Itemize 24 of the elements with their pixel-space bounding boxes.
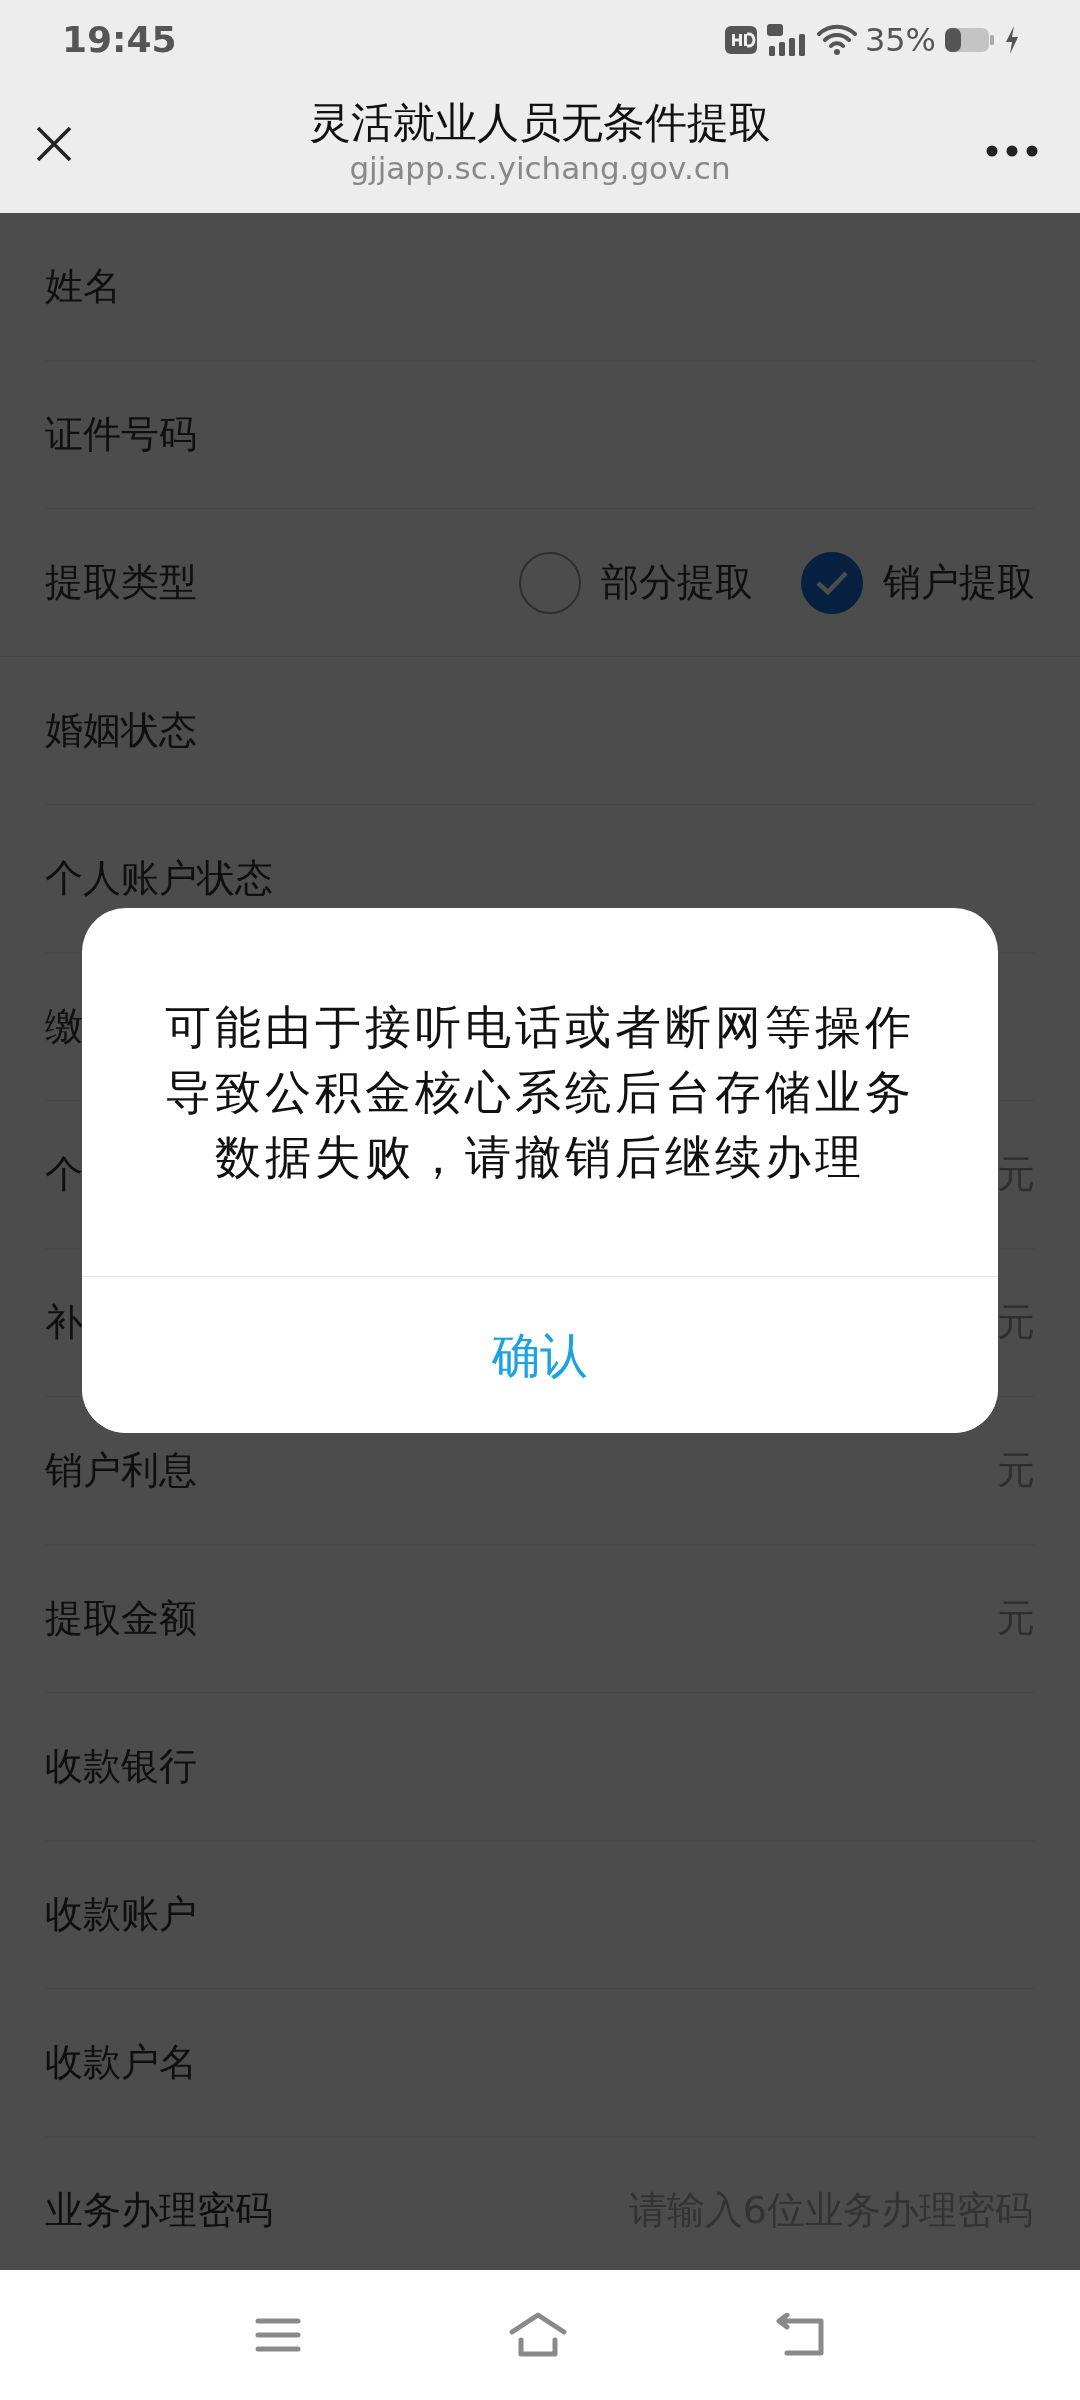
field-label: 补	[45, 1299, 83, 1346]
field-label: 缴	[45, 1003, 83, 1050]
hd-icon	[724, 26, 757, 54]
charging-icon	[1004, 25, 1020, 55]
wifi-icon	[816, 24, 857, 56]
field-label: 业务办理密码	[45, 2187, 273, 2234]
page-title: 灵活就业人员无条件提取	[309, 102, 771, 144]
field-label: 婚姻状态	[45, 707, 197, 754]
field-label: 收款账户	[45, 1891, 197, 1938]
field-label: 姓名	[45, 263, 121, 310]
field-label: 个	[45, 1151, 83, 1198]
field-label: 收款银行	[45, 1743, 197, 1790]
field-label: 提取类型	[45, 559, 197, 606]
field-label: 证件号码	[45, 411, 197, 458]
page-url: gjjapp.sc.yichang.gov.cn	[349, 150, 731, 188]
field-label: 个人账户状态	[45, 855, 273, 902]
dialog-message: 可能由于接听电话或者断网等操作导致公积金核心系统后台存储业务数据失败，请撤销后继续办理	[164, 998, 916, 1186]
field-label: 提取金额	[45, 1595, 197, 1642]
battery-icon	[944, 26, 996, 54]
confirm-button[interactable]: 确认	[82, 1276, 998, 1433]
field-label: 销户利息	[45, 1447, 197, 1494]
battery-percent: 35%	[864, 20, 936, 61]
field-label: 收款户名	[45, 2039, 197, 2086]
clock-time: 19:45	[62, 18, 177, 62]
